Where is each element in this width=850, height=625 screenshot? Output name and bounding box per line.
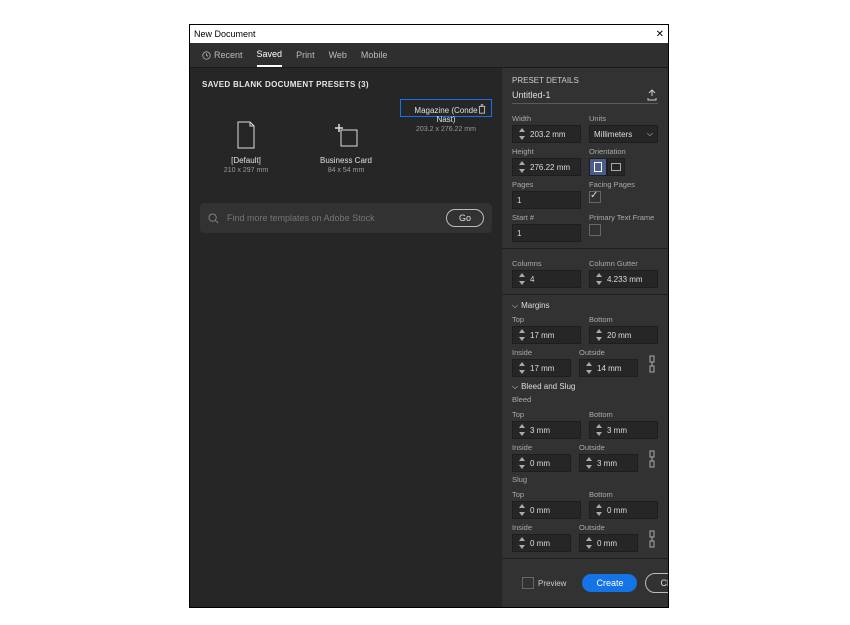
new-document-dialog: New Document ✕ Recent Saved Print Web Mo…: [189, 24, 669, 608]
margins-toggle[interactable]: Margins: [512, 301, 658, 311]
orientation-label: Orientation: [589, 147, 658, 156]
units-select[interactable]: Millimeters⌵: [589, 125, 658, 143]
create-button[interactable]: Create: [582, 574, 637, 592]
window-title: New Document: [194, 29, 256, 39]
ptf-label: Primary Text Frame: [589, 213, 658, 222]
preset-details-panel: PRESET DETAILS Width 203.2 mm Units Mill…: [502, 68, 668, 607]
primary-text-frame-checkbox[interactable]: [589, 224, 601, 236]
height-label: Height: [512, 147, 581, 156]
slug-inside-input[interactable]: 0 mm: [512, 534, 571, 552]
preset-size: 210 x 297 mm: [224, 167, 268, 174]
orientation-portrait[interactable]: [589, 158, 607, 176]
pages-label: Pages: [512, 180, 581, 189]
bleed-inside-input[interactable]: 0 mm: [512, 454, 571, 472]
trash-icon[interactable]: [477, 104, 487, 114]
pages-input[interactable]: 1: [512, 191, 581, 209]
preset-business-card[interactable]: Business Card 84 x 54 mm: [300, 99, 392, 195]
units-label: Units: [589, 114, 658, 123]
preset-name: [Default]: [231, 156, 261, 165]
preset-name: Magazine (Conde Nast): [405, 106, 487, 124]
bleed-bottom-input[interactable]: 3 mm: [589, 421, 658, 439]
clock-icon: [202, 51, 211, 60]
go-button[interactable]: Go: [446, 209, 484, 227]
gutter-label: Column Gutter: [589, 259, 658, 268]
link-margins-icon[interactable]: [646, 353, 658, 375]
slug-bottom-input[interactable]: 0 mm: [589, 501, 658, 519]
page-custom-icon: [331, 120, 361, 150]
facing-label: Facing Pages: [589, 180, 658, 189]
search-bar: Go: [200, 203, 492, 233]
tab-recent[interactable]: Recent: [202, 49, 243, 67]
close-button[interactable]: Close: [645, 573, 668, 593]
gutter-input[interactable]: 4.233 mm: [589, 270, 658, 288]
tab-print[interactable]: Print: [296, 49, 315, 67]
start-input[interactable]: 1: [512, 224, 581, 242]
bleed-outside-input[interactable]: 3 mm: [579, 454, 638, 472]
category-tabs: Recent Saved Print Web Mobile: [190, 43, 668, 68]
section-header: SAVED BLANK DOCUMENT PRESETS (3): [190, 68, 502, 99]
slug-top-input[interactable]: 0 mm: [512, 501, 581, 519]
search-input[interactable]: [227, 213, 438, 223]
margin-outside-input[interactable]: 14 mm: [579, 359, 638, 377]
height-input[interactable]: 276.22 mm: [512, 158, 581, 176]
stepper-icon: [517, 128, 527, 140]
preset-magazine[interactable]: Magazine (Conde Nast) 203.2 x 276.22 mm: [400, 99, 492, 117]
tab-mobile[interactable]: Mobile: [361, 49, 388, 67]
page-icon: [234, 120, 258, 150]
start-label: Start #: [512, 213, 581, 222]
document-name-input[interactable]: [512, 90, 646, 100]
tab-web[interactable]: Web: [329, 49, 347, 67]
columns-label: Columns: [512, 259, 581, 268]
slug-outside-input[interactable]: 0 mm: [579, 534, 638, 552]
margin-top-input[interactable]: 17 mm: [512, 326, 581, 344]
preset-size: 84 x 54 mm: [328, 167, 365, 174]
facing-pages-checkbox[interactable]: [589, 191, 601, 203]
link-slug-icon[interactable]: [646, 528, 658, 550]
preview-toggle[interactable]: Preview: [522, 577, 566, 589]
columns-input[interactable]: 4: [512, 270, 581, 288]
width-label: Width: [512, 114, 581, 123]
details-header: PRESET DETAILS: [512, 76, 658, 85]
stepper-icon: [594, 273, 604, 285]
chevron-down-icon: ⌵: [647, 129, 653, 139]
close-icon[interactable]: ✕: [656, 29, 664, 40]
save-preset-icon[interactable]: [646, 89, 658, 101]
stepper-icon: [517, 161, 527, 173]
preset-default[interactable]: [Default] 210 x 297 mm: [200, 99, 292, 195]
tab-saved[interactable]: Saved: [257, 49, 283, 67]
bleed-header: Bleed: [512, 395, 658, 404]
margin-inside-input[interactable]: 17 mm: [512, 359, 571, 377]
width-input[interactable]: 203.2 mm: [512, 125, 581, 143]
margin-bottom-input[interactable]: 20 mm: [589, 326, 658, 344]
titlebar: New Document ✕: [190, 25, 668, 43]
preview-checkbox[interactable]: [522, 577, 534, 589]
stepper-icon: [517, 273, 527, 285]
preset-size: 203.2 x 276.22 mm: [416, 126, 476, 133]
bleed-top-input[interactable]: 3 mm: [512, 421, 581, 439]
search-icon: [208, 213, 219, 224]
link-bleed-icon[interactable]: [646, 448, 658, 470]
orientation-landscape[interactable]: [607, 158, 625, 176]
slug-header: Slug: [512, 475, 658, 484]
preset-name: Business Card: [320, 156, 372, 165]
bleed-slug-toggle[interactable]: Bleed and Slug: [512, 382, 658, 392]
